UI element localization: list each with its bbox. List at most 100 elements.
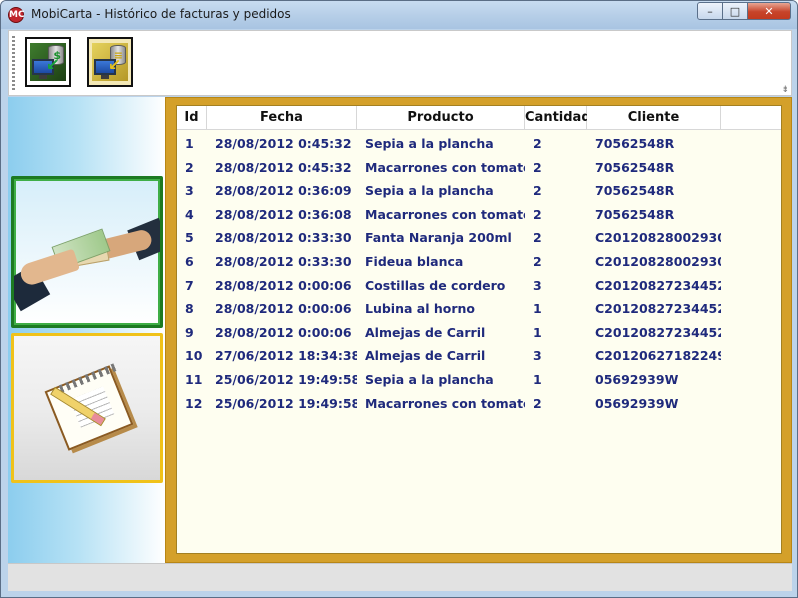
cell-fecha: 28/08/2012 0:00:06 <box>215 301 352 317</box>
cell-cliente: C20120828002930 <box>595 253 721 269</box>
table-row[interactable]: 12 25/06/2012 19:49:58 Macarrones con toma… <box>177 392 721 416</box>
cell-id: 3 <box>185 183 194 199</box>
toolbar-grip[interactable] <box>12 36 15 92</box>
app-logo-icon: MC <box>8 7 25 23</box>
cell-cliente: 70562548R <box>595 206 675 222</box>
cell-producto: Sepia a la plancha <box>365 136 494 151</box>
arrow-icon: ↙ <box>46 55 60 74</box>
minimize-button[interactable]: – <box>697 2 723 20</box>
monitor-base <box>39 75 47 79</box>
column-header-filler <box>721 106 781 130</box>
cell-cantidad: 2 <box>533 253 542 269</box>
monitor-base <box>101 75 109 79</box>
cell-id: 11 <box>185 371 203 387</box>
cell-id: 8 <box>185 301 194 317</box>
cell-cantidad: 1 <box>533 324 542 340</box>
table-row[interactable]: 4 28/08/2012 0:36:08 Macarrones con tomate… <box>177 203 721 227</box>
cell-producto: Fanta Naranja 200ml <box>365 230 512 246</box>
cell-producto: Almejas de Carril <box>365 324 486 340</box>
title-bar[interactable]: MC MobiCarta - Histórico de facturas y p… <box>1 1 797 29</box>
cell-producto: Sepia a la plancha <box>365 371 494 387</box>
import-to-pc-button[interactable]: ≡ ↙ <box>87 37 133 87</box>
table-row[interactable]: 2 28/08/2012 0:45:32 Macarrones con tomate… <box>177 156 721 180</box>
cell-cantidad: 3 <box>533 277 542 293</box>
cell-cantidad: 2 <box>533 159 542 175</box>
status-bar <box>8 563 792 591</box>
cell-id: 5 <box>185 230 194 246</box>
cell-producto: Sepia a la plancha <box>365 183 494 199</box>
cell-cantidad: 1 <box>533 301 542 317</box>
cell-id: 7 <box>185 277 194 293</box>
cell-cliente: C20120627182249 <box>595 348 721 364</box>
table-row[interactable]: 3 28/08/2012 0:36:09 Sepia a la plancha 2 70… <box>177 179 721 203</box>
table-row[interactable]: 1 28/08/2012 0:45:32 Sepia a la plancha 2 70… <box>177 132 721 156</box>
database-to-monitor-icon: $ ↙ <box>30 43 66 81</box>
left-nav-panel <box>8 97 165 563</box>
close-button[interactable]: ✕ <box>748 2 791 20</box>
cell-id: 6 <box>185 253 194 269</box>
cell-fecha: 28/08/2012 0:33:30 <box>215 253 352 269</box>
cell-producto: Macarrones con tomate <box>365 206 525 222</box>
cell-cantidad: 2 <box>533 183 542 199</box>
table-row[interactable]: 10 27/06/2012 18:34:38 Almejas de Carril 3 C… <box>177 344 721 368</box>
column-header-cantidad[interactable]: Cantidad <box>525 106 591 130</box>
notepad-pencil-icon <box>14 336 160 480</box>
table-row[interactable]: 9 28/08/2012 0:00:06 Almejas de Carril 1 C20… <box>177 321 721 345</box>
database-to-monitor-icon: ≡ ↙ <box>92 43 128 81</box>
table-row[interactable]: 5 28/08/2012 0:33:30 Fanta Naranja 200ml 2 C… <box>177 226 721 250</box>
orders-grid[interactable]: Id Fecha Producto Cantidad Cliente 1 28/0… <box>176 105 782 554</box>
cell-fecha: 28/08/2012 0:36:09 <box>215 183 352 199</box>
cell-cantidad: 2 <box>533 136 542 151</box>
column-header-producto[interactable]: Producto <box>357 106 525 130</box>
nav-item-orders[interactable] <box>11 333 163 483</box>
cell-cliente: C20120827234452 <box>595 277 721 293</box>
cell-cliente: C20120828002930 <box>595 230 721 246</box>
window-title: MobiCarta - Histórico de facturas y pedi… <box>31 7 291 21</box>
cell-cantidad: 1 <box>533 371 542 387</box>
cell-cliente: 05692939W <box>595 371 679 387</box>
cell-id: 1 <box>185 136 194 151</box>
cell-cliente: 70562548R <box>595 159 675 175</box>
table-row[interactable]: 8 28/08/2012 0:00:06 Lubina al horno 1 C2012… <box>177 297 721 321</box>
cell-id: 9 <box>185 324 194 340</box>
cell-fecha: 27/06/2012 18:34:38 <box>215 348 357 364</box>
column-header-fecha[interactable]: Fecha <box>207 106 357 130</box>
cell-producto: Lubina al horno <box>365 301 475 317</box>
content-frame: Id Fecha Producto Cantidad Cliente 1 28/0… <box>165 97 792 563</box>
cell-producto: Macarrones con tomate <box>365 395 525 411</box>
cell-fecha: 28/08/2012 0:00:06 <box>215 277 352 293</box>
cell-cantidad: 3 <box>533 348 542 364</box>
grid-body: 1 28/08/2012 0:45:32 Sepia a la plancha 2 70… <box>177 132 721 415</box>
cell-cantidad: 2 <box>533 395 542 411</box>
arrow-icon: ↙ <box>108 55 122 74</box>
cell-cliente: 05692939W <box>595 395 679 411</box>
cell-producto: Fideua blanca <box>365 253 464 269</box>
table-row[interactable]: 7 28/08/2012 0:00:06 Costillas de cordero 3… <box>177 274 721 298</box>
cell-id: 10 <box>185 348 203 364</box>
money-handover-icon <box>14 179 160 325</box>
cell-producto: Costillas de cordero <box>365 277 506 293</box>
toolbar: $ ↙ ≡ ↙ ⇟ <box>8 30 792 96</box>
hand-shape <box>18 248 80 288</box>
cell-cliente: C20120827234452 <box>595 324 721 340</box>
cell-producto: Almejas de Carril <box>365 348 486 364</box>
cell-fecha: 28/08/2012 0:45:32 <box>215 159 352 175</box>
cell-fecha: 28/08/2012 0:45:32 <box>215 136 352 151</box>
cell-producto: Macarrones con tomate <box>365 159 525 175</box>
cell-fecha: 28/08/2012 0:36:08 <box>215 206 352 222</box>
table-row[interactable]: 11 25/06/2012 19:49:58 Sepia a la plancha 1… <box>177 368 721 392</box>
table-row[interactable]: 6 28/08/2012 0:33:30 Fideua blanca 2 C201208… <box>177 250 721 274</box>
column-header-id[interactable]: Id <box>177 106 207 130</box>
cell-cliente: 70562548R <box>595 183 675 199</box>
cell-id: 2 <box>185 159 194 175</box>
nav-item-payments[interactable] <box>11 176 163 328</box>
maximize-button[interactable]: □ <box>723 2 748 20</box>
export-to-pc-button[interactable]: $ ↙ <box>25 37 71 87</box>
column-header-cliente[interactable]: Cliente <box>587 106 721 130</box>
cell-id: 4 <box>185 206 194 222</box>
cell-fecha: 28/08/2012 0:33:30 <box>215 230 352 246</box>
app-window: MC MobiCarta - Histórico de facturas y p… <box>0 0 798 598</box>
cell-cliente: 70562548R <box>595 136 675 151</box>
toolbar-overflow-icon[interactable]: ⇟ <box>781 85 789 95</box>
cell-cantidad: 2 <box>533 206 542 222</box>
